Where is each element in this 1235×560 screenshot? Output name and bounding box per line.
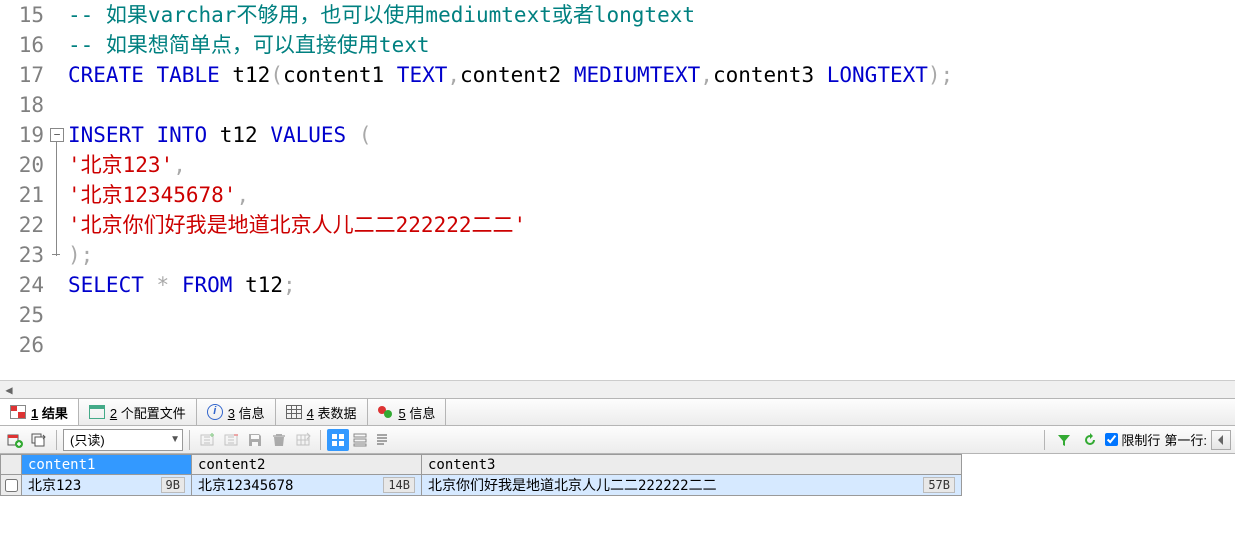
code-area[interactable]: -- 如果varchar不够用，也可以使用mediumtext或者longtex… xyxy=(68,0,1235,380)
tab-label: 表数据 xyxy=(317,406,356,421)
cell-size-badge: 14B xyxy=(383,477,415,493)
row-checkbox[interactable] xyxy=(5,479,18,492)
first-row-prev-button[interactable] xyxy=(1211,430,1231,450)
tab-profiles[interactable]: 2 个配置文件 xyxy=(79,399,197,425)
first-row-label: 第一行: xyxy=(1164,430,1207,449)
cancel-button[interactable] xyxy=(268,429,290,451)
refresh-button[interactable] xyxy=(1079,429,1101,451)
limit-rows-input[interactable] xyxy=(1105,433,1118,446)
delete-row-button[interactable] xyxy=(220,429,242,451)
limit-rows-checkbox[interactable]: 限制行 xyxy=(1105,430,1160,449)
edit-mode-select[interactable]: (只读) ▼ xyxy=(63,429,183,451)
fold-toggle[interactable]: − xyxy=(50,128,64,142)
column-label: content3 xyxy=(428,457,495,473)
tab-label: 信息 xyxy=(239,406,265,421)
scroll-left-icon[interactable]: ◀ xyxy=(0,383,18,397)
result-grid-icon xyxy=(10,404,26,420)
save-button[interactable] xyxy=(244,429,266,451)
edit-mode-label: (只读) xyxy=(70,430,105,449)
info-icon xyxy=(207,404,223,420)
cell-value: 北京123 xyxy=(28,475,81,495)
tab-table-data[interactable]: 4 表数据 xyxy=(276,399,368,425)
view-form-button[interactable] xyxy=(349,429,371,451)
cell-content1[interactable]: 北京123 9B xyxy=(22,475,192,496)
tab-info[interactable]: 3 信息 xyxy=(197,399,276,425)
insert-row-button[interactable] xyxy=(196,429,218,451)
row-header[interactable] xyxy=(0,475,22,496)
tab-label: 结果 xyxy=(42,406,68,421)
tab-hotkey: 5 xyxy=(399,406,406,421)
result-tabs: 1 结果 2 个配置文件 3 信息 4 表数据 5 信息 xyxy=(0,398,1235,426)
tab-messages[interactable]: 5 信息 xyxy=(368,399,447,425)
grid-corner[interactable] xyxy=(0,454,22,475)
cell-value: 北京你们好我是地道北京人儿二二222222二二 xyxy=(428,475,717,495)
view-text-button[interactable] xyxy=(371,429,393,451)
column-header-content2[interactable]: content2 xyxy=(192,454,422,475)
column-label: content1 xyxy=(28,457,95,473)
cell-content3[interactable]: 北京你们好我是地道北京人儿二二222222二二 57B xyxy=(422,475,962,496)
cell-size-badge: 9B xyxy=(161,477,185,493)
add-row-button[interactable] xyxy=(4,429,26,451)
tab-label: 个配置文件 xyxy=(121,406,186,421)
column-header-content3[interactable]: content3 xyxy=(422,454,962,475)
tab-result[interactable]: 1 结果 xyxy=(0,399,79,425)
tab-label: 信息 xyxy=(409,406,435,421)
result-toolbar: (只读) ▼ 限制行 第一行: xyxy=(0,426,1235,454)
column-label: content2 xyxy=(198,457,265,473)
editor-horizontal-scrollbar[interactable]: ◀ xyxy=(0,380,1235,398)
duplicate-row-button[interactable] xyxy=(28,429,50,451)
export-button[interactable] xyxy=(292,429,314,451)
table-data-icon xyxy=(286,404,302,420)
cell-size-badge: 57B xyxy=(923,477,955,493)
chevron-down-icon: ▼ xyxy=(164,434,180,445)
messages-icon xyxy=(378,404,394,420)
tab-hotkey: 4 xyxy=(307,406,314,421)
view-grid-button[interactable] xyxy=(327,429,349,451)
sql-editor[interactable]: 151617181920212223242526 − -- 如果varchar不… xyxy=(0,0,1235,380)
fold-column[interactable]: − xyxy=(50,0,68,380)
tab-hotkey: 1 xyxy=(31,406,38,421)
limit-rows-label: 限制行 xyxy=(1121,430,1160,449)
tab-hotkey: 2 xyxy=(110,406,117,421)
column-header-content1[interactable]: content1 xyxy=(22,454,192,475)
line-number-gutter: 151617181920212223242526 xyxy=(0,0,50,380)
result-grid[interactable]: content1 content2 content3 北京123 9B 北京12… xyxy=(0,454,1235,496)
cell-value: 北京12345678 xyxy=(198,475,293,495)
cell-content2[interactable]: 北京12345678 14B xyxy=(192,475,422,496)
filter-button[interactable] xyxy=(1053,429,1075,451)
grid-header-row: content1 content2 content3 xyxy=(0,454,1235,475)
table-row[interactable]: 北京123 9B 北京12345678 14B 北京你们好我是地道北京人儿二二2… xyxy=(0,475,1235,496)
tab-hotkey: 3 xyxy=(228,406,235,421)
profile-icon xyxy=(89,404,105,420)
